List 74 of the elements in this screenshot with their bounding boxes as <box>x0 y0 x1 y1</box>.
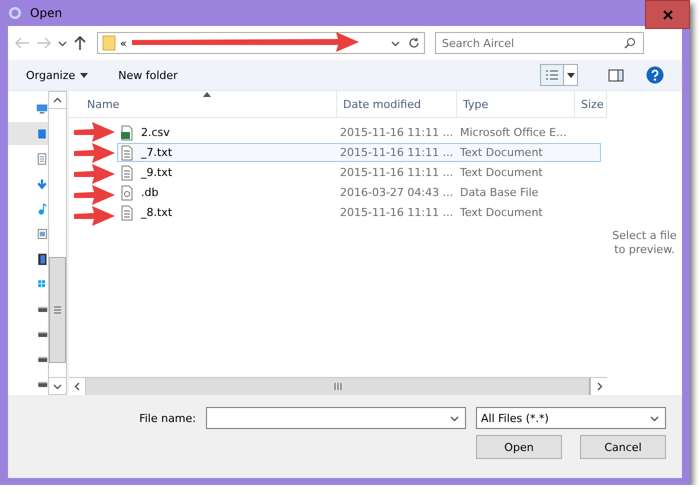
dropdown-icon <box>650 414 659 422</box>
forward-arrow-icon <box>36 36 52 50</box>
spreadsheet-file-icon <box>119 124 135 140</box>
annotation-arrow <box>72 204 116 228</box>
details-view-icon <box>545 69 559 81</box>
file-name: _7.txt <box>141 146 172 159</box>
up-button[interactable] <box>73 35 87 51</box>
organize-button[interactable]: Organize <box>26 68 88 82</box>
help-icon[interactable] <box>646 66 664 84</box>
annotation-arrow <box>72 141 116 165</box>
refresh-icon[interactable] <box>408 37 420 49</box>
date-modified: 2015-11-16 11:11 ... <box>340 206 454 219</box>
text-file-icon <box>119 204 135 220</box>
view-button[interactable] <box>540 64 578 86</box>
file-type: Data Base File <box>460 186 540 199</box>
file-type: Text Document <box>460 166 544 179</box>
caret-icon <box>566 72 574 78</box>
app-icon <box>8 6 22 20</box>
folder-icon <box>102 35 116 51</box>
documents-icon <box>36 150 48 166</box>
search-icon <box>624 37 636 49</box>
close-button[interactable] <box>645 0 690 29</box>
file-type: Microsoft Office E... <box>460 126 568 139</box>
music-icon <box>36 200 48 216</box>
file-name: .db <box>141 186 158 199</box>
address-path: « <box>120 36 127 50</box>
annotation-arrow <box>72 183 116 207</box>
date-modified: 2015-11-16 11:11 ... <box>340 126 454 139</box>
annotation-arrow <box>72 162 116 186</box>
file-type: Text Document <box>460 206 544 219</box>
database-file-icon <box>119 184 135 200</box>
text-file-icon <box>119 164 135 180</box>
window-title: Open <box>30 6 62 20</box>
date-modified: 2015-11-16 11:11 ... <box>340 166 454 179</box>
scroll-right-button[interactable] <box>590 378 607 395</box>
caret-icon <box>58 38 67 48</box>
file-type: Text Document <box>460 146 544 159</box>
back-arrow-icon <box>14 36 30 50</box>
file-row[interactable]: .db 2016-03-27 04:43 ... Data Base File <box>117 183 601 202</box>
preview-message: Select a file to preview. <box>612 228 678 258</box>
cancel-button[interactable]: Cancel <box>580 435 666 459</box>
open-button[interactable]: Open <box>476 435 562 459</box>
address-bar[interactable]: « <box>97 32 425 54</box>
preview-pane-icon[interactable] <box>608 68 624 82</box>
up-arrow-icon <box>73 35 87 51</box>
new-folder-button[interactable]: New folder <box>118 68 178 82</box>
close-icon <box>662 10 672 20</box>
text-file-icon <box>119 144 135 160</box>
file-type-dropdown[interactable]: All Files (*.*) <box>476 407 666 429</box>
recent-locations-button[interactable] <box>58 38 67 48</box>
scroll-left-button[interactable] <box>69 378 86 395</box>
grip-icon <box>334 383 342 390</box>
caret-icon <box>80 72 88 78</box>
date-modified: 2015-11-16 11:11 ... <box>340 146 454 159</box>
chevron-right-icon <box>594 382 604 391</box>
dropdown-icon <box>391 38 400 48</box>
search-field[interactable]: Search Aircel <box>435 32 644 54</box>
dropdown-icon <box>450 414 459 422</box>
date-modified: 2016-03-27 04:43 ... <box>340 186 454 199</box>
chevron-up-icon <box>53 96 62 104</box>
chevron-down-icon <box>53 382 62 390</box>
file-name: _8.txt <box>141 206 172 219</box>
file-name: _9.txt <box>141 166 172 179</box>
file-row[interactable]: _8.txt 2015-11-16 11:11 ... Text Document <box>117 203 601 222</box>
file-name-field[interactable] <box>206 407 466 429</box>
annotation-arrow <box>72 120 116 144</box>
file-row[interactable]: _9.txt 2015-11-16 11:11 ... Text Document <box>117 163 601 182</box>
scrollbar-thumb[interactable] <box>49 257 66 363</box>
file-name-label: File name: <box>139 412 196 424</box>
chevron-left-icon <box>72 382 82 391</box>
file-name: 2.csv <box>141 126 170 139</box>
file-row[interactable]: 2.csv 2015-11-16 11:11 ... Microsoft Office E... <box>117 123 601 142</box>
file-row[interactable]: _7.txt 2015-11-16 11:11 ... Text Document <box>117 143 601 162</box>
grip-icon <box>54 306 61 314</box>
